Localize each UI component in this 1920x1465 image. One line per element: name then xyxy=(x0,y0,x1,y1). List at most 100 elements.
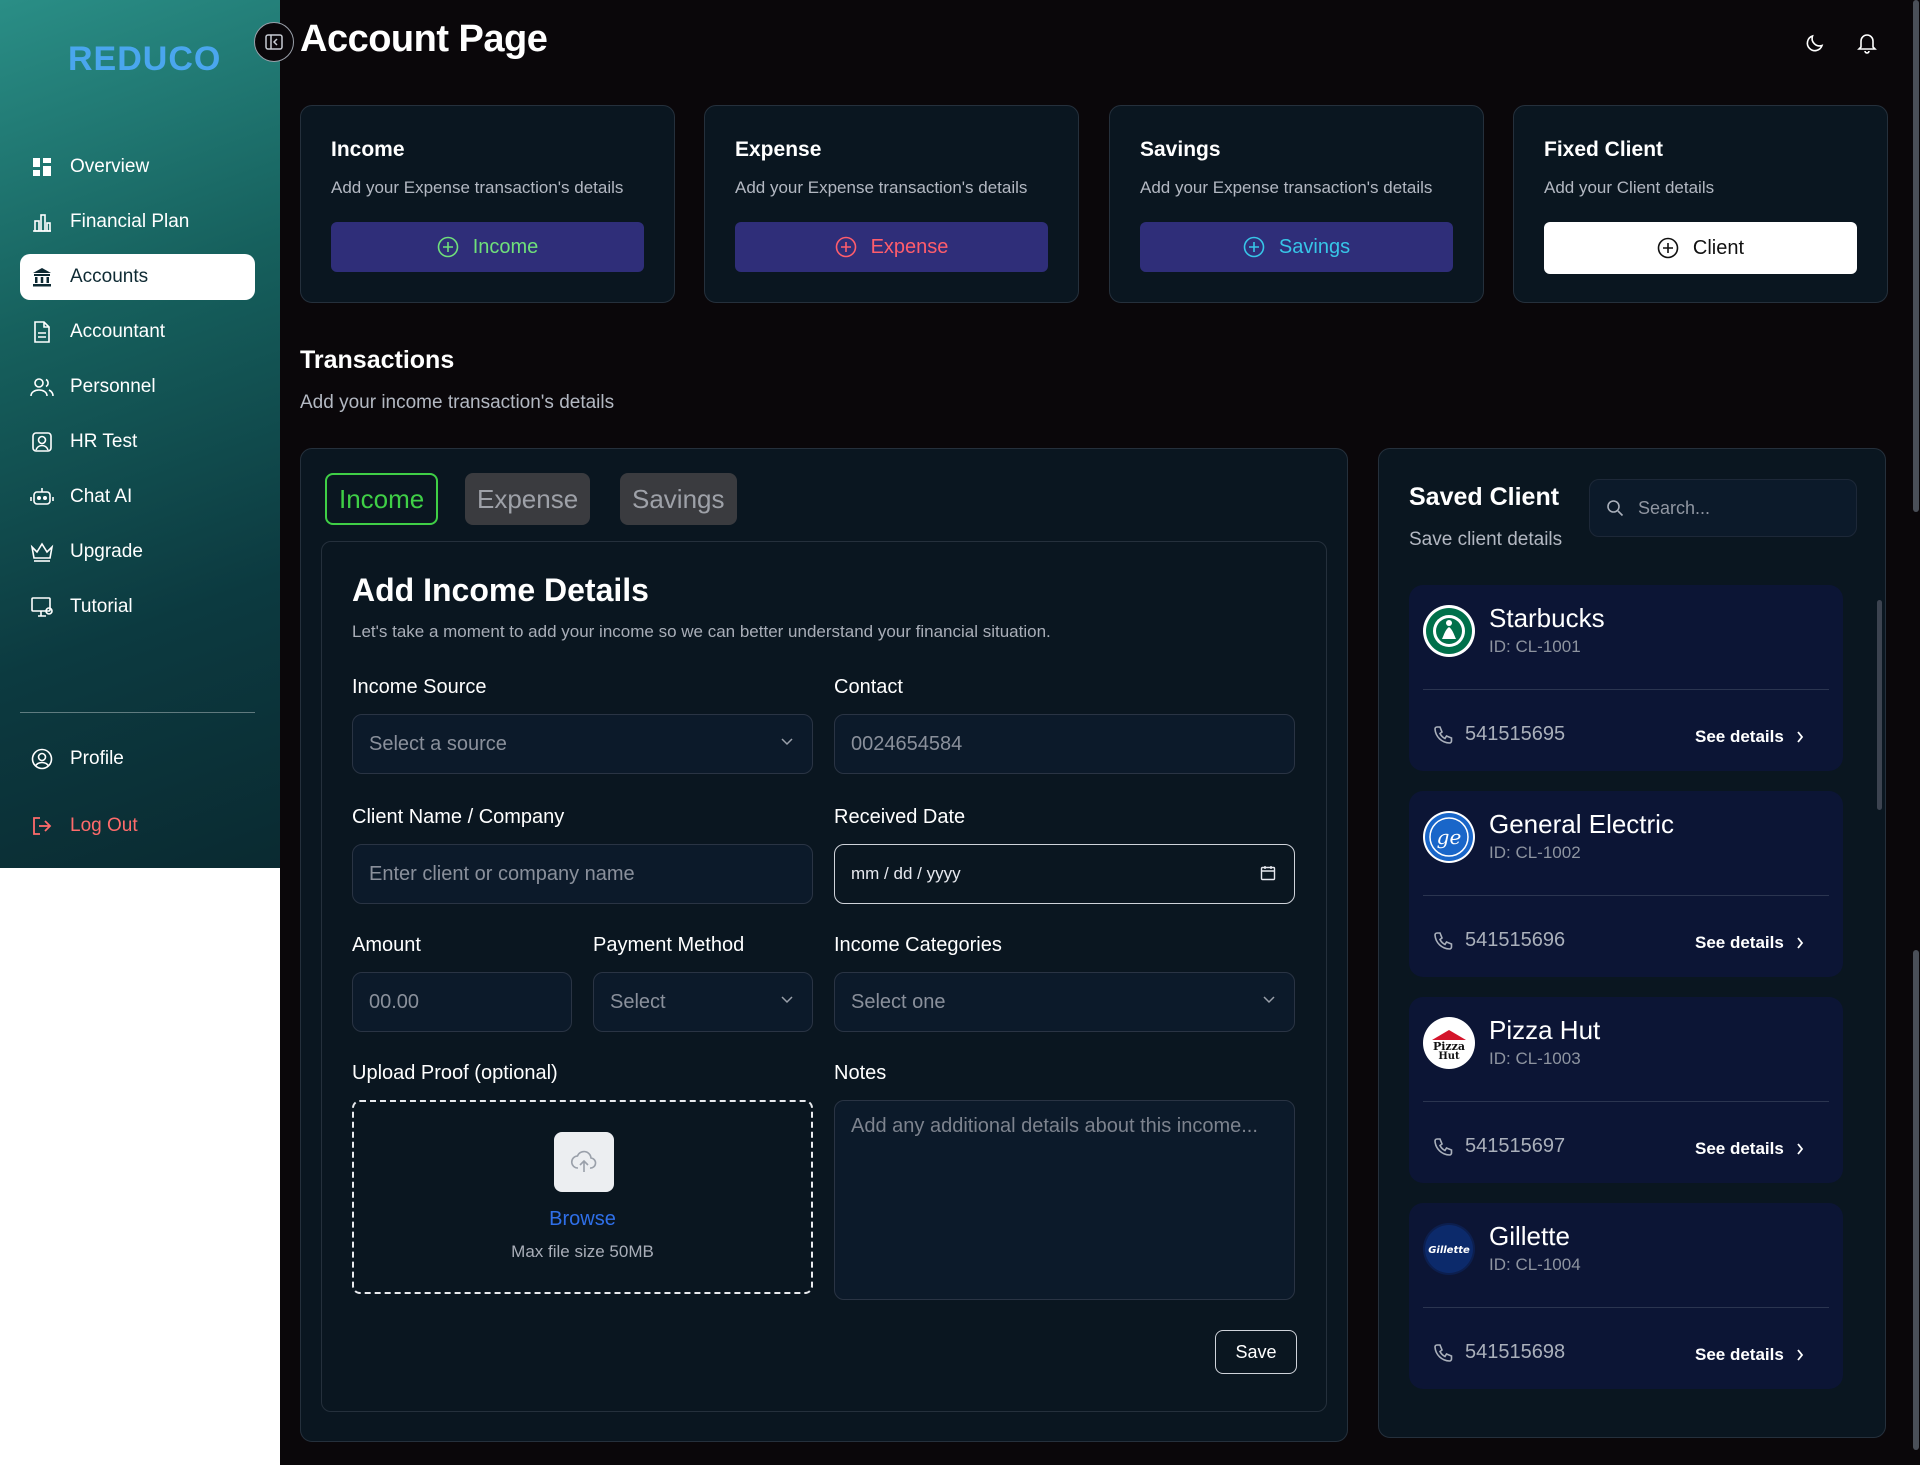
select-placeholder: Select one xyxy=(851,990,946,1013)
sidebar-item-label: Chat AI xyxy=(70,486,133,507)
saved-client-title: Saved Client xyxy=(1409,483,1560,511)
sidebar-item-hr-test[interactable]: HR Test xyxy=(20,419,255,465)
income-categories-label: Income Categories xyxy=(834,934,1002,956)
divider xyxy=(1423,1307,1829,1308)
add-client-button[interactable]: Client xyxy=(1544,222,1857,274)
upload-dropzone[interactable]: Browse Max file size 50MB xyxy=(352,1100,813,1294)
chevron-right-icon xyxy=(1797,731,1803,743)
tab-savings[interactable]: Savings xyxy=(620,473,737,525)
tab-income[interactable]: Income xyxy=(325,473,439,525)
sidebar-item-label: Tutorial xyxy=(70,596,133,617)
sidebar-collapse-button[interactable] xyxy=(254,22,294,62)
contact-input[interactable]: 0024654584 xyxy=(834,714,1295,774)
card-title: Savings xyxy=(1140,138,1221,161)
see-details-link[interactable]: See details xyxy=(1695,1345,1804,1365)
see-details-link[interactable]: See details xyxy=(1695,1139,1804,1159)
sidebar-divider xyxy=(20,712,255,713)
gillette-logo: Gillette xyxy=(1423,1223,1475,1275)
client-id: ID: CL-1003 xyxy=(1489,1049,1581,1068)
notes-textarea[interactable]: Add any additional details about this in… xyxy=(834,1100,1295,1300)
theme-toggle-button[interactable] xyxy=(1802,30,1828,56)
robot-icon xyxy=(30,485,54,509)
payment-method-select[interactable]: Select xyxy=(593,972,813,1032)
sidebar-item-label: Log Out xyxy=(70,815,138,836)
sidebar-item-tutorial[interactable]: Tutorial xyxy=(20,584,255,630)
see-details-link[interactable]: See details xyxy=(1695,727,1804,747)
sidebar-item-overview[interactable]: Overview xyxy=(20,144,255,190)
card-title: Fixed Client xyxy=(1544,138,1664,161)
sidebar-item-logout[interactable]: Log Out xyxy=(20,803,255,849)
svg-text:ge: ge xyxy=(1437,825,1462,849)
select-placeholder: Select xyxy=(610,990,666,1013)
sidebar-item-personnel[interactable]: Personnel xyxy=(20,364,255,410)
received-date-label: Received Date xyxy=(834,806,966,828)
bank-icon xyxy=(30,265,54,289)
client-card-gillette[interactable]: Gillette Gillette ID: CL-1004 541515698 … xyxy=(1409,1203,1843,1389)
sidebar-bottom: Profile Log Out xyxy=(20,736,255,858)
sidebar-nav: Overview Financial Plan Accounts Account… xyxy=(20,144,255,639)
page-scrollbar-thumb-lower[interactable] xyxy=(1913,950,1919,1450)
plus-circle-icon xyxy=(1657,237,1679,259)
search-placeholder: Search... xyxy=(1638,497,1711,518)
see-details-label: See details xyxy=(1695,1345,1784,1364)
button-label: Client xyxy=(1692,236,1745,259)
payment-method-label: Payment Method xyxy=(593,934,745,956)
card-description: Add your Expense transaction's details xyxy=(735,178,1028,197)
tab-expense[interactable]: Expense xyxy=(465,473,591,525)
button-label: Income xyxy=(472,235,539,258)
client-name-input[interactable]: Enter client or company name xyxy=(352,844,813,904)
client-card-starbucks[interactable]: Starbucks ID: CL-1001 541515695 See deta… xyxy=(1409,585,1843,771)
browse-link[interactable]: Browse xyxy=(354,1208,811,1231)
received-date-input[interactable]: mm / dd / yyyy xyxy=(834,844,1295,904)
see-details-label: See details xyxy=(1695,1139,1784,1158)
plus-circle-icon xyxy=(437,236,459,258)
add-savings-button[interactable]: Savings xyxy=(1140,222,1453,272)
users-icon xyxy=(30,375,54,399)
client-name-label: Client Name / Company xyxy=(352,806,565,828)
card-description: Add your Expense transaction's details xyxy=(1140,178,1433,197)
sidebar-item-label: Personnel xyxy=(70,376,156,397)
sidebar-item-profile[interactable]: Profile xyxy=(20,736,255,782)
sidebar-item-label: Profile xyxy=(70,748,124,769)
calendar-icon xyxy=(1260,866,1276,881)
save-button[interactable]: Save xyxy=(1215,1330,1297,1374)
client-card-pizza-hut[interactable]: Pizza Hut Pizza Hut ID: CL-1003 541515697… xyxy=(1409,997,1843,1183)
see-details-link[interactable]: See details xyxy=(1695,933,1804,953)
client-search-input[interactable]: Search... xyxy=(1589,479,1857,537)
sidebar-item-financial-plan[interactable]: Financial Plan xyxy=(20,199,255,245)
sidebar-item-label: Financial Plan xyxy=(70,211,190,232)
client-phone: 541515696 xyxy=(1465,929,1566,951)
document-icon xyxy=(30,320,54,344)
client-list-scrollbar[interactable] xyxy=(1877,600,1882,810)
sidebar-item-chat-ai[interactable]: Chat AI xyxy=(20,474,255,520)
card-title: Expense xyxy=(735,138,822,161)
notes-label: Notes xyxy=(834,1062,887,1084)
sidebar-item-upgrade[interactable]: Upgrade xyxy=(20,529,255,575)
chart-icon xyxy=(30,210,54,234)
upload-icon-box xyxy=(554,1132,614,1192)
amount-input[interactable]: 00.00 xyxy=(352,972,572,1032)
notifications-button[interactable] xyxy=(1854,30,1880,56)
client-name: Starbucks xyxy=(1489,603,1605,633)
page-scrollbar-thumb[interactable] xyxy=(1913,0,1919,512)
starbucks-logo xyxy=(1423,605,1475,657)
income-source-select[interactable]: Select a source xyxy=(352,714,813,774)
savings-card: Savings Add your Expense transaction's d… xyxy=(1109,105,1484,303)
app-logo[interactable]: REDUCO xyxy=(68,40,221,79)
fixed-client-card: Fixed Client Add your Client details Cli… xyxy=(1513,105,1888,303)
transactions-panel: Income Expense Savings Add Income Detail… xyxy=(300,448,1348,1442)
income-categories-select[interactable]: Select one xyxy=(834,972,1295,1032)
pizza-hut-logo: Pizza Hut xyxy=(1423,1017,1475,1069)
add-expense-button[interactable]: Expense xyxy=(735,222,1048,272)
see-details-label: See details xyxy=(1695,933,1784,952)
add-income-button[interactable]: Income xyxy=(331,222,644,272)
see-details-label: See details xyxy=(1695,727,1784,746)
chevron-down-icon xyxy=(1263,996,1275,1004)
expense-card: Expense Add your Expense transaction's d… xyxy=(704,105,1079,303)
sidebar-item-label: Overview xyxy=(70,156,150,177)
sidebar-item-accountant[interactable]: Accountant xyxy=(20,309,255,355)
form-title: Add Income Details xyxy=(352,572,649,608)
client-card-general-electric[interactable]: ge General Electric ID: CL-1002 54151569… xyxy=(1409,791,1843,977)
sidebar-item-accounts[interactable]: Accounts xyxy=(20,254,255,300)
client-phone: 541515695 xyxy=(1465,723,1566,745)
